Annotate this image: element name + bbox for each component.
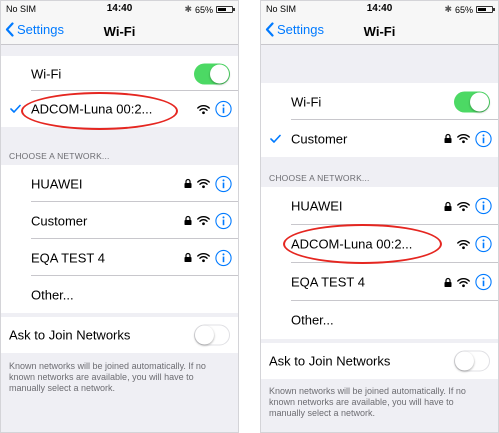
battery-fill xyxy=(218,8,227,11)
info-icon[interactable] xyxy=(475,235,492,253)
wifi-icon xyxy=(197,104,210,114)
ask-to-join-row: Ask to Join Networks xyxy=(1,317,238,353)
checkmark-icon xyxy=(10,102,21,117)
wifi-icon xyxy=(457,239,470,249)
network-name: EQA TEST 4 xyxy=(291,274,365,290)
network-name: HUAWEI xyxy=(291,198,343,214)
info-icon[interactable] xyxy=(475,273,492,291)
other-network-label: Other... xyxy=(31,287,74,302)
wifi-toggle-switch[interactable] xyxy=(194,63,230,84)
network-icons xyxy=(444,130,492,147)
wifi-toggle-label: Wi-Fi xyxy=(291,94,322,109)
toggle-knob xyxy=(455,351,474,371)
wifi-toggle-row: Wi-Fi xyxy=(1,56,238,91)
ask-to-join-label: Ask to Join Networks xyxy=(9,327,131,343)
other-network-row[interactable]: Other... xyxy=(1,276,238,313)
network-row[interactable]: Customer xyxy=(1,202,238,239)
bluetooth-icon: ✱ xyxy=(184,4,192,14)
info-icon[interactable] xyxy=(475,130,492,147)
battery-fill xyxy=(478,8,487,11)
info-icon[interactable] xyxy=(215,175,232,192)
ask-to-join-row: Ask to Join Networks xyxy=(261,343,498,379)
info-icon[interactable] xyxy=(475,197,492,215)
network-row[interactable]: EQA TEST 4 xyxy=(1,239,238,276)
lock-icon xyxy=(444,201,452,211)
lock-icon xyxy=(184,178,192,189)
wifi-icon xyxy=(457,201,470,211)
info-icon[interactable] xyxy=(215,249,232,266)
other-network-label: Other... xyxy=(291,312,334,328)
wifi-toggle-row: Wi-Fi xyxy=(261,83,498,120)
other-network-row[interactable]: Other... xyxy=(261,301,498,339)
network-icons xyxy=(444,273,492,291)
network-icons xyxy=(184,212,232,229)
battery-icon xyxy=(476,6,495,13)
lock-icon xyxy=(184,252,192,263)
battery-percent: 65% xyxy=(194,4,213,15)
page-title: Wi-Fi xyxy=(363,24,396,39)
network-icons xyxy=(184,249,232,266)
ask-to-join-label: Ask to Join Networks xyxy=(269,353,391,369)
ask-to-join-description: Known networks will be joined automatica… xyxy=(9,361,206,393)
info-icon[interactable] xyxy=(215,100,232,118)
network-row[interactable]: ADCOM-Luna 00:2... xyxy=(261,225,498,263)
wifi-icon xyxy=(197,216,210,226)
network-name: EQA TEST 4 xyxy=(31,250,105,265)
status-bar: No SIM 14:40 ✱ 65% xyxy=(261,1,498,17)
info-icon[interactable] xyxy=(215,212,232,229)
connected-network-row[interactable]: ADCOM-Luna 00:2... xyxy=(1,91,238,127)
choose-network-header: CHOOSE A NETWORK... xyxy=(269,173,370,183)
wifi-icon xyxy=(457,277,470,287)
network-name: HUAWEI xyxy=(31,176,83,191)
lock-icon xyxy=(444,133,452,144)
checkmark-icon xyxy=(270,131,281,146)
battery-percent: 65% xyxy=(454,4,473,15)
ask-to-join-switch[interactable] xyxy=(454,350,490,372)
bluetooth-icon: ✱ xyxy=(444,4,452,14)
wifi-icon xyxy=(457,134,470,144)
toggle-knob xyxy=(470,92,489,111)
connected-network-name: ADCOM-Luna 00:2... xyxy=(31,101,153,117)
network-icons xyxy=(457,235,492,253)
network-row[interactable]: EQA TEST 4 xyxy=(261,263,498,301)
status-right: ✱ 65% xyxy=(444,4,495,15)
status-bar: No SIM 14:40 ✱ 65% xyxy=(1,1,238,17)
network-row[interactable]: HUAWEI xyxy=(261,187,498,225)
network-name: Customer xyxy=(31,213,88,228)
wifi-toggle-switch[interactable] xyxy=(454,91,490,112)
wifi-settings-screen-after: No SIM 14:40 ✱ 65% Settings Wi-Fi Wi-Fi … xyxy=(260,0,499,433)
ask-to-join-switch[interactable] xyxy=(194,324,230,346)
lock-icon xyxy=(444,277,452,287)
wifi-icon xyxy=(197,253,210,263)
wifi-icon xyxy=(197,179,210,189)
ask-to-join-description: Known networks will be joined automatica… xyxy=(269,386,466,418)
wifi-toggle-label: Wi-Fi xyxy=(31,66,62,81)
navigation-bar: Settings Wi-Fi xyxy=(261,17,498,45)
network-row[interactable]: HUAWEI xyxy=(1,165,238,202)
wifi-settings-screen-before: No SIM 14:40 ✱ 65% Settings Wi-Fi Wi-Fi … xyxy=(0,0,239,433)
network-icons xyxy=(197,100,232,118)
toggle-knob xyxy=(195,325,214,345)
status-right: ✱ 65% xyxy=(184,4,235,15)
network-name: ADCOM-Luna 00:2... xyxy=(291,236,413,252)
network-icons xyxy=(444,197,492,215)
network-icons xyxy=(184,175,232,192)
navigation-bar: Settings Wi-Fi xyxy=(1,17,238,45)
battery-icon xyxy=(216,6,235,13)
choose-network-header: CHOOSE A NETWORK... xyxy=(9,151,110,161)
connected-network-row[interactable]: Customer xyxy=(261,120,498,157)
toggle-knob xyxy=(210,64,229,83)
lock-icon xyxy=(184,215,192,226)
page-title: Wi-Fi xyxy=(103,24,136,39)
connected-network-name: Customer xyxy=(291,131,348,146)
